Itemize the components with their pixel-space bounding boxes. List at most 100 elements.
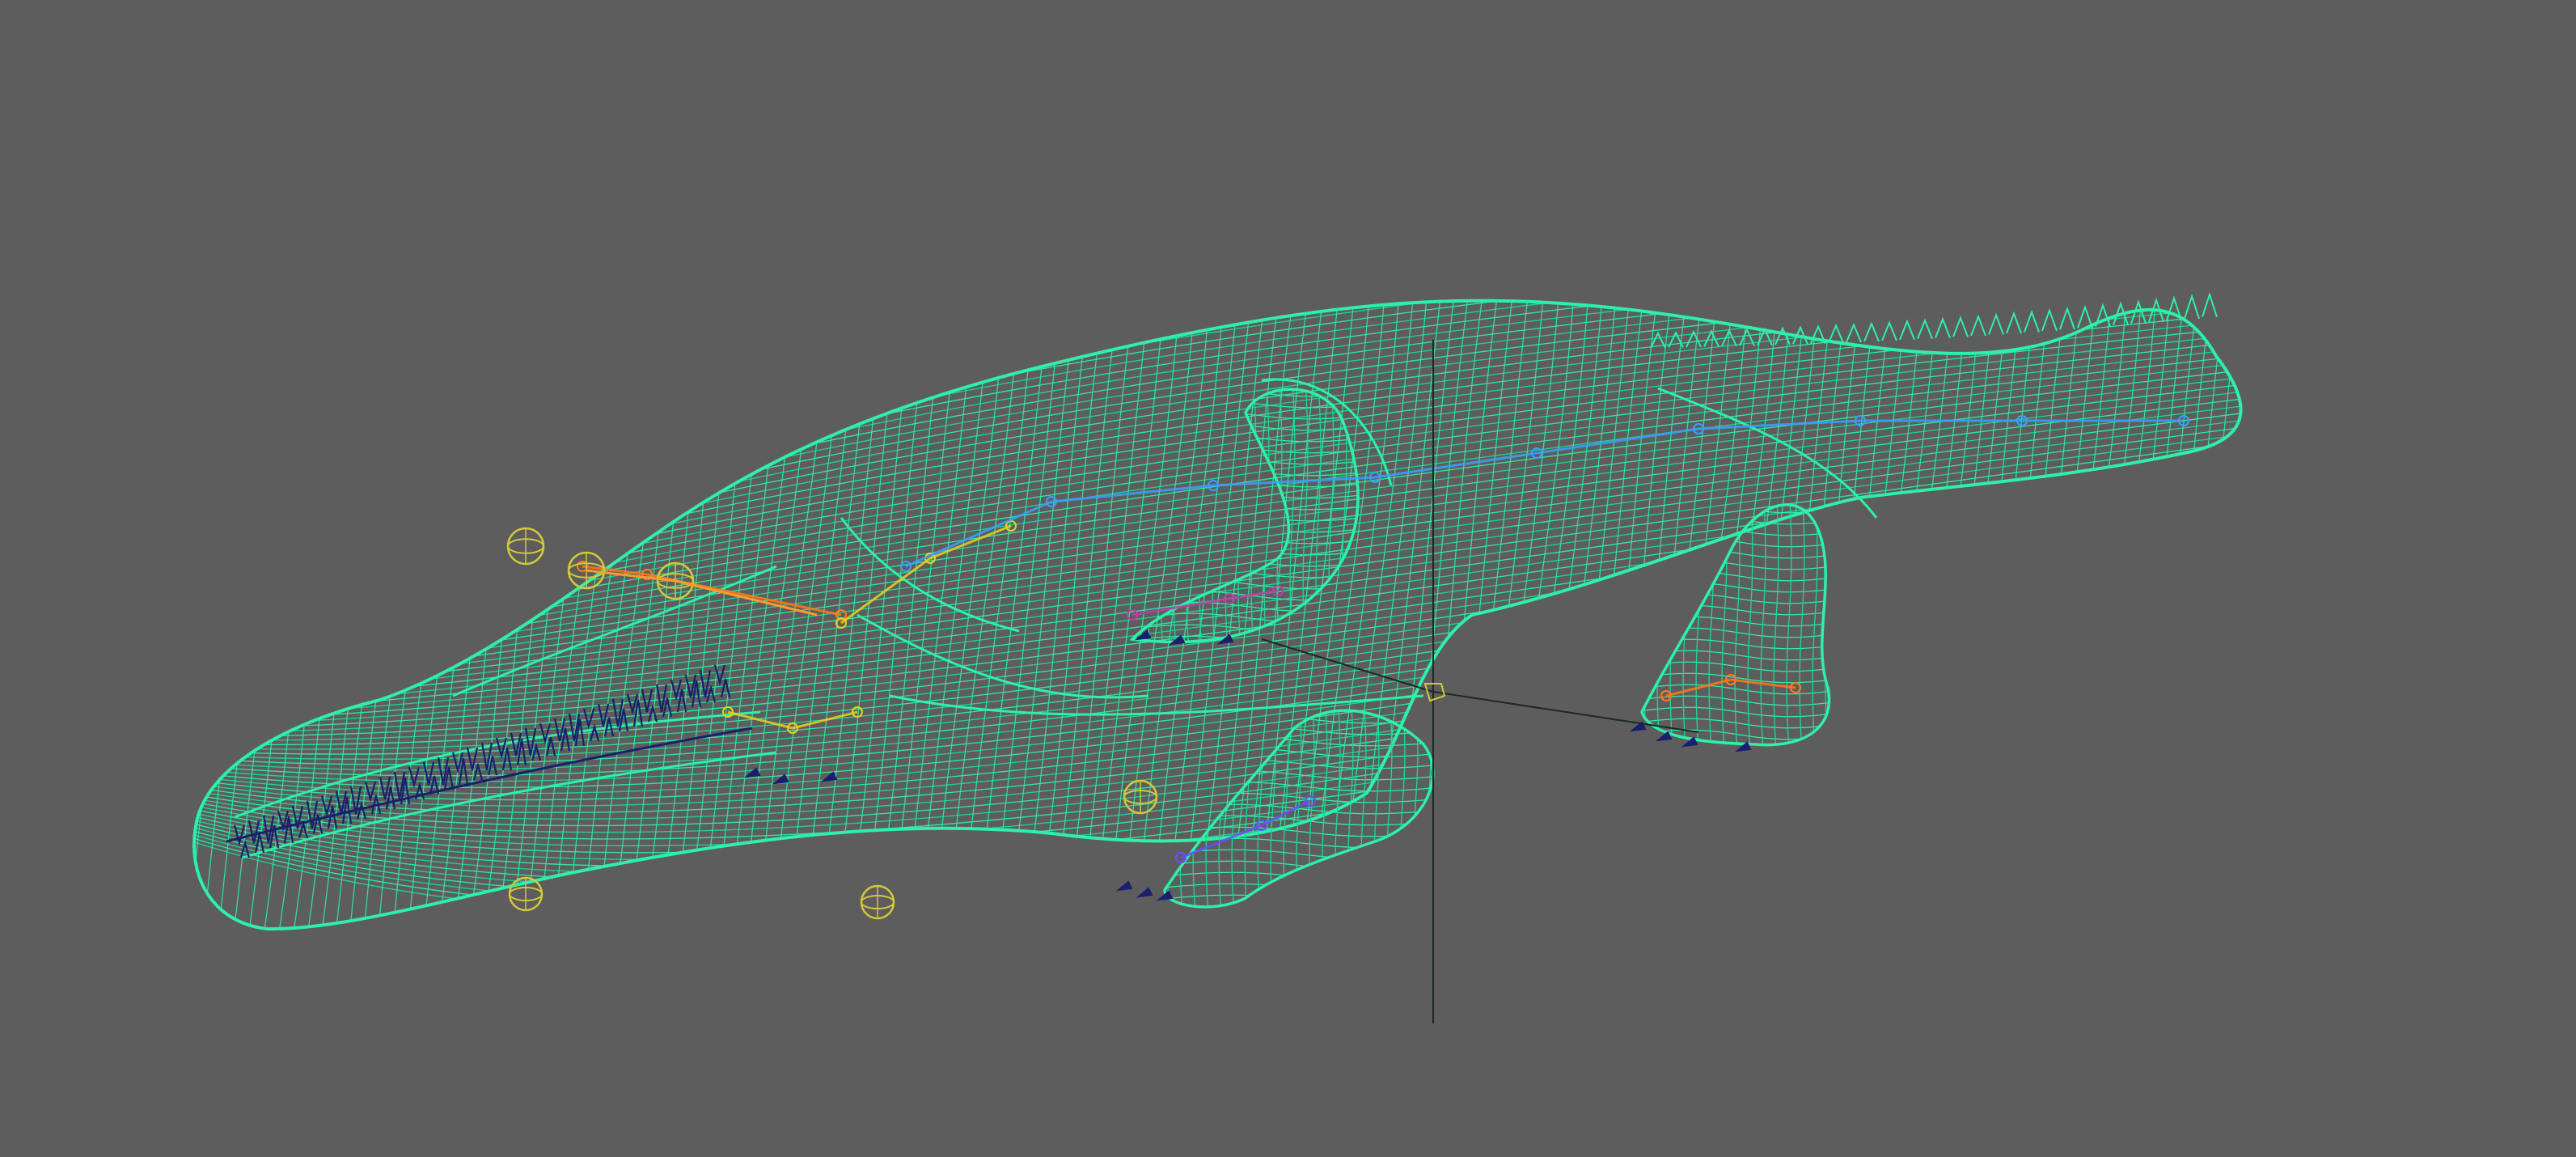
mesh-edge-ring — [2063, 300, 2146, 930]
mesh-edge-ring — [418, 300, 501, 930]
mesh-edge-ring — [855, 300, 937, 930]
limb-edge — [1695, 504, 1702, 745]
mesh-edge-ring — [884, 300, 967, 930]
scute-spike — [1935, 316, 1951, 338]
limb-edge — [1373, 710, 1380, 907]
mesh-edge-loop — [194, 495, 2241, 737]
scute-spike — [1863, 321, 1880, 342]
mesh-edge-ring — [200, 300, 282, 930]
mesh-edge-ring — [1758, 300, 1840, 930]
mesh-edge-ring — [1743, 300, 1825, 930]
limb-edge — [1838, 485, 1843, 752]
bone — [1536, 427, 1699, 455]
mesh-edge-ring — [1612, 300, 1694, 930]
tooth — [531, 742, 542, 761]
limb-edge — [1132, 511, 1359, 522]
mesh-edge-ring — [2034, 300, 2117, 930]
limb-edge — [1165, 883, 1433, 894]
limb-edge — [1642, 627, 1829, 638]
claw — [1168, 634, 1186, 646]
mesh-edge-ring — [1714, 300, 1796, 930]
claw — [1115, 880, 1133, 892]
mesh-edge-ring — [1452, 300, 1534, 930]
limb-edge — [1237, 389, 1244, 642]
mesh-edge-loop — [194, 616, 2241, 833]
limb-edge — [1773, 504, 1779, 745]
tooth — [582, 708, 595, 731]
scute-spike — [2024, 309, 2040, 333]
mesh-edge-ring — [535, 300, 617, 930]
mesh-edge-loop — [194, 537, 2241, 765]
limb-edge — [1642, 616, 1829, 627]
mesh-edge-ring — [1816, 300, 1898, 930]
mesh-edge-loop — [194, 531, 2241, 761]
mesh-edge-loop — [194, 300, 2241, 584]
bone — [1665, 678, 1732, 697]
claw — [743, 767, 761, 778]
scute-spike — [2184, 294, 2200, 320]
mesh-edge-ring — [1830, 300, 1913, 930]
tooth — [472, 761, 484, 781]
limb-edge — [1186, 389, 1192, 642]
scute-spike — [2202, 291, 2218, 318]
limb-edge — [1165, 871, 1433, 883]
mesh-edge-loop — [194, 395, 2241, 693]
mesh-edge-loop — [194, 566, 2241, 789]
limb-edge — [1786, 504, 1792, 745]
mesh-edge-ring — [243, 300, 326, 930]
viewport-3d[interactable] — [0, 0, 2576, 1157]
tooth — [545, 736, 556, 756]
scute-spike — [2059, 306, 2075, 330]
mesh-edge-loop — [194, 300, 2241, 603]
mesh-edge-ring — [194, 300, 253, 930]
mesh-edge-ring — [1554, 300, 1636, 930]
mesh-edge-loop — [194, 300, 2241, 621]
claw — [1655, 731, 1673, 742]
mesh-edge-ring — [404, 300, 486, 930]
limb-edge — [1643, 504, 1650, 745]
tooth — [539, 723, 552, 745]
mesh-edge-loop — [194, 300, 2241, 587]
mesh-edge-loop — [194, 587, 2241, 807]
mesh-edge-ring — [2209, 300, 2241, 930]
scute-spike — [1952, 316, 1969, 337]
scute-spike — [1899, 319, 1915, 341]
mesh-edge-loop — [194, 300, 2241, 612]
mesh-edge-loop — [194, 300, 2241, 596]
scute-spike — [1917, 318, 1933, 340]
mesh-edge-ring — [695, 300, 777, 930]
bone — [1374, 451, 1538, 479]
tooth — [247, 820, 260, 844]
tooth — [670, 679, 683, 701]
mesh-edge-loop — [194, 388, 2241, 690]
mesh-edge-ring — [2151, 300, 2233, 930]
limb-edge — [1412, 710, 1419, 907]
mesh-edge-ring — [2020, 300, 2102, 930]
mesh-edge-ring — [229, 300, 311, 930]
mesh-edge-ring — [1626, 300, 1709, 930]
tooth — [298, 820, 309, 839]
tooth — [466, 747, 479, 771]
limb-edge — [1335, 710, 1341, 907]
mesh-edge-loop — [194, 409, 2241, 699]
limb-edge — [1386, 710, 1393, 907]
tooth — [676, 689, 687, 713]
mesh-edge-loop — [194, 300, 2241, 631]
front-right-arm[interactable] — [1122, 375, 1375, 657]
wireframe-scene[interactable] — [0, 0, 2576, 1157]
mesh-edge-ring — [2180, 300, 2241, 930]
limb-edge — [1642, 604, 1829, 616]
mesh-edge-ring — [505, 300, 588, 930]
crocodile-body-mesh[interactable] — [113, 61, 2290, 971]
mesh-edge-loop — [194, 300, 2241, 571]
mesh-edge-ring — [214, 300, 297, 930]
scute-spike — [1988, 312, 2004, 335]
limb-edge — [1165, 826, 1433, 837]
limb-edge — [1165, 894, 1433, 905]
transform-manipulator[interactable] — [1261, 340, 1699, 1024]
mesh-edge-ring — [2092, 300, 2175, 930]
mesh-edge-loop — [194, 300, 2241, 606]
mesh-edge-ring — [2121, 300, 2204, 930]
mesh-edge-ring — [389, 300, 472, 930]
mesh-edge-loop — [194, 300, 2241, 637]
